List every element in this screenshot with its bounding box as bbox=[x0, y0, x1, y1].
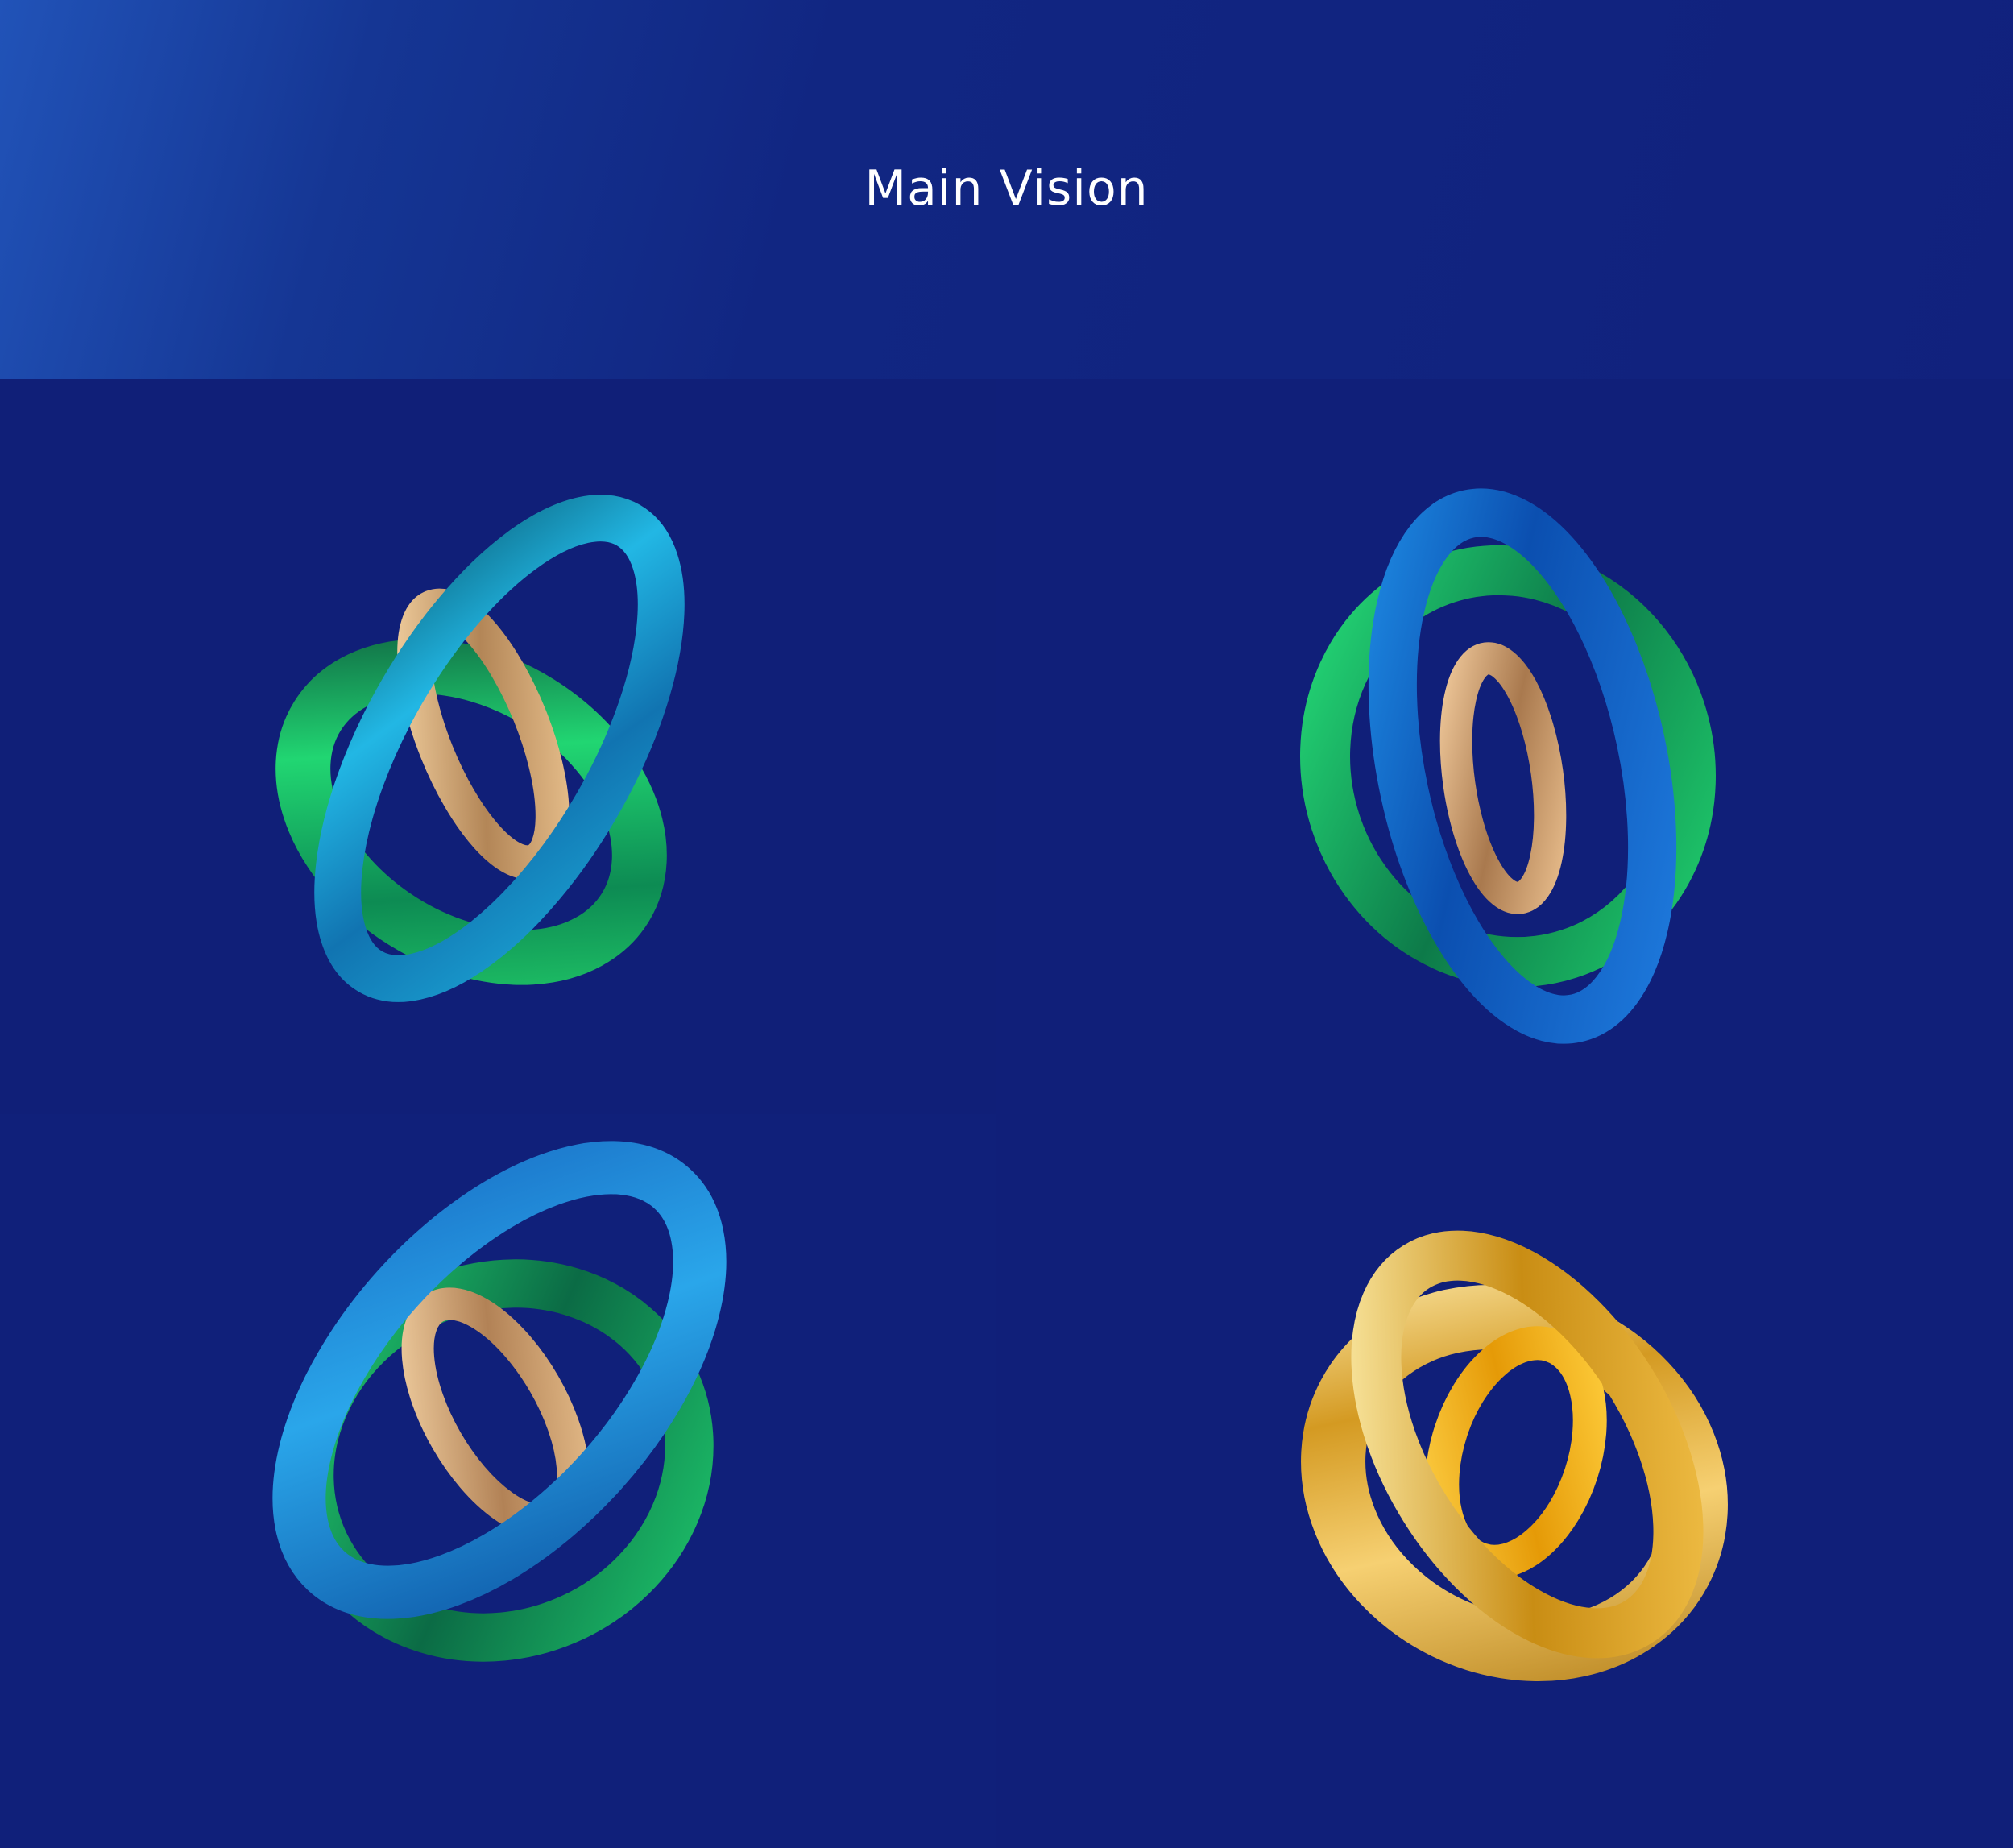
render-panel-1 bbox=[0, 379, 996, 1114]
render-panel-4 bbox=[996, 1114, 2013, 1848]
header-banner: Main Vision bbox=[0, 0, 2013, 379]
render-grid bbox=[0, 379, 2013, 1848]
render-panel-2 bbox=[996, 379, 2013, 1114]
page-title: Main Vision bbox=[864, 160, 1149, 217]
blue-ribbon bbox=[314, 495, 685, 1002]
ribbon-sculpture-3 bbox=[272, 1141, 727, 1662]
green-ribbon bbox=[1300, 545, 1716, 988]
render-panel-3 bbox=[0, 1114, 996, 1848]
ribbon-sculpture-1 bbox=[275, 495, 685, 1002]
main-vision-page: Main Vision bbox=[0, 0, 2013, 1848]
ribbon-sculpture-2 bbox=[1300, 488, 1716, 1044]
bronze-ribbon bbox=[1439, 642, 1567, 914]
ribbon-sculpture-4 bbox=[1301, 1230, 1728, 1681]
